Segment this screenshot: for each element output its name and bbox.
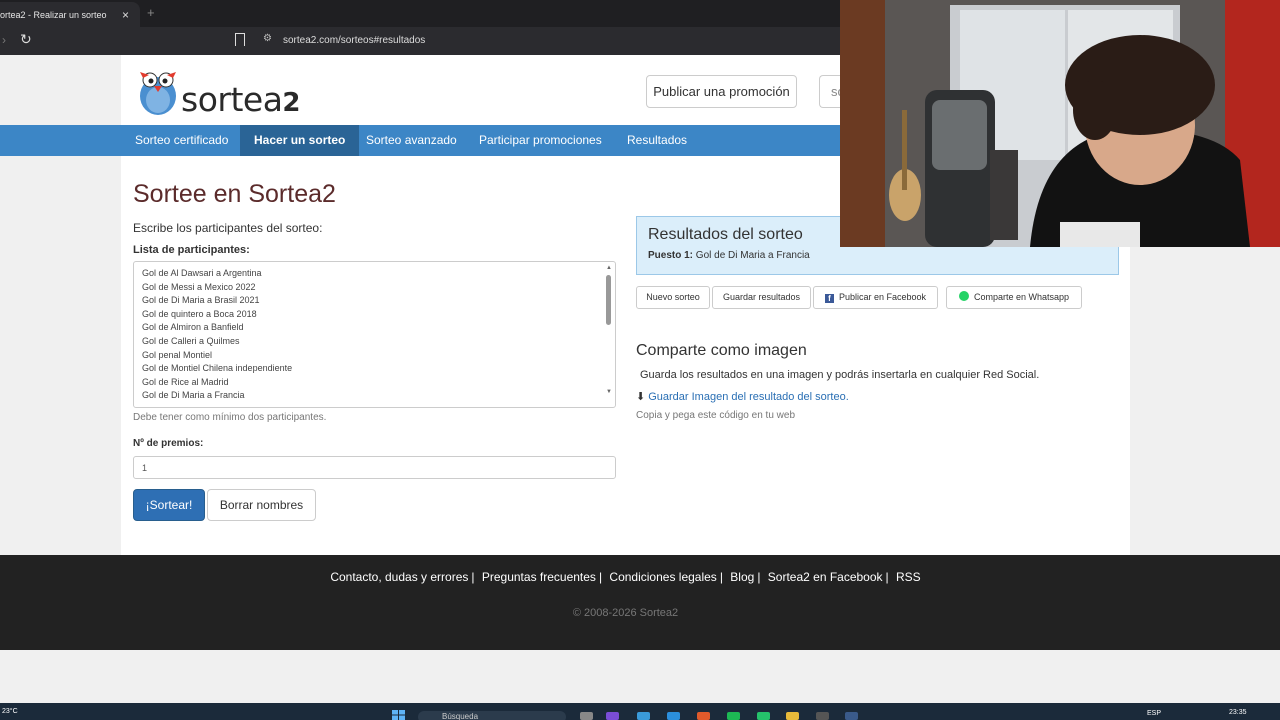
whatsapp-icon (958, 291, 969, 301)
site-logo[interactable]: sortea2 (135, 66, 305, 119)
footer-link-facebook[interactable]: Sortea2 en Facebook (768, 570, 883, 584)
bird-logo-icon (140, 72, 176, 115)
nav-item-participar-promociones[interactable]: Participar promociones (465, 125, 616, 156)
facebook-icon: f (824, 294, 834, 303)
participant-line: Gol de Rice al Madrid (142, 376, 229, 387)
download-image-link[interactable]: ⬇ Guardar Imagen del resultado del sorteo… (636, 390, 849, 403)
nav-item-resultados[interactable]: Resultados (613, 125, 701, 156)
results-title: Resultados del sorteo (648, 226, 803, 243)
webcam-scene (840, 0, 1280, 247)
webcam-overlay (840, 0, 1280, 247)
taskview-icon[interactable] (580, 712, 593, 720)
facebook-share-button[interactable]: f Publicar en Facebook (813, 286, 938, 309)
footer-link-contacto[interactable]: Contacto, dudas y errores (330, 570, 468, 584)
site-settings-icon[interactable]: ⚙ (263, 33, 272, 44)
participants-lines: Gol de Al Dawsari a Argentina Gol de Mes… (134, 268, 292, 404)
scroll-up-icon[interactable]: ▲ (606, 265, 612, 271)
participant-line: Gol de quintero a Boca 2018 (142, 308, 257, 319)
participants-list-label: Lista de participantes: (133, 244, 250, 256)
prizes-label: Nº de premios: (133, 438, 204, 449)
draw-button[interactable]: ¡Sortear! (133, 489, 205, 521)
os-taskbar: 23°C Búsqueda ESP 23:35 (0, 703, 1280, 720)
footer-link-faq[interactable]: Preguntas frecuentes (482, 570, 596, 584)
new-tab-icon[interactable]: + (147, 5, 155, 20)
footer-link-legal[interactable]: Condiciones legales (609, 570, 716, 584)
bookmark-icon[interactable] (235, 33, 245, 46)
app-icon[interactable] (816, 712, 829, 720)
app-icon[interactable] (667, 712, 680, 720)
download-icon: ⬇ (636, 391, 646, 403)
close-icon[interactable]: × (122, 8, 129, 22)
whatsapp-app-icon[interactable] (757, 712, 770, 720)
footer: Contacto, dudas y errores | Preguntas fre… (0, 555, 1280, 650)
footer-link-rss[interactable]: RSS (896, 570, 921, 584)
tab-title: orteа2 - Realizar un sorteo (0, 10, 107, 20)
app-icon[interactable] (606, 712, 619, 720)
spotify-icon[interactable] (727, 712, 740, 720)
nav-item-sorteo-certificado[interactable]: Sorteo certificado (121, 125, 242, 156)
browser-tab[interactable]: orteа2 - Realizar un sorteo × (0, 2, 140, 27)
folder-icon[interactable] (786, 712, 799, 720)
result-place-1: Puesto 1: Gol de Di Maria a Francia (648, 250, 810, 261)
save-results-button[interactable]: Guardar resultados (712, 286, 811, 309)
clock[interactable]: 23:35 (1229, 709, 1247, 716)
footer-link-blog[interactable]: Blog (730, 570, 754, 584)
participant-line: Gol penal Montiel (142, 349, 213, 360)
participant-line: Gol de Calleri a Quilmes (142, 335, 240, 346)
page-title: Sortee en Sortea2 (133, 180, 336, 208)
language-indicator[interactable]: ESP (1147, 710, 1161, 717)
participants-hint: Debe tener como mínimo dos participantes… (133, 412, 327, 423)
copyright: © 2008-2026 Sortea2 (572, 607, 679, 619)
taskbar-search[interactable]: Búsqueda (418, 711, 566, 720)
scroll-down-icon[interactable]: ▼ (606, 389, 612, 395)
whatsapp-share-button[interactable]: Comparte en Whatsapp (946, 286, 1082, 309)
address-bar[interactable]: sortea2.com/sorteos#resultados (283, 35, 425, 46)
participants-subtitle: Escribe los participantes del sorteo: (133, 221, 323, 235)
prizes-input[interactable]: 1 (133, 456, 616, 479)
scroll-thumb[interactable] (606, 275, 611, 325)
share-image-title: Comparte como imagen (636, 342, 807, 359)
participant-line: Gol de Messi a Mexico 2022 (142, 281, 256, 292)
clear-names-button[interactable]: Borrar nombres (207, 489, 316, 521)
publish-promotion-button[interactable]: Publicar una promoción (646, 75, 797, 108)
footer-links: Contacto, dudas y errores | Preguntas fre… (330, 570, 921, 584)
textarea-scrollbar[interactable]: ▲ ▼ (604, 263, 614, 404)
nav-item-hacer-un-sorteo[interactable]: Hacer un sorteo (240, 125, 360, 156)
participants-textarea[interactable]: Gol de Al Dawsari a Argentina Gol de Mes… (133, 261, 616, 408)
weather-widget[interactable]: 23°C (2, 708, 18, 715)
share-image-description: Guarda los resultados en una imagen y po… (640, 369, 1040, 381)
logo-wordmark: sortea2 (181, 80, 301, 119)
participant-line: Gol de Al Dawsari a Argentina (142, 268, 262, 278)
app-icon[interactable] (845, 712, 858, 720)
participant-line: Gol de Di Maria a Francia (142, 390, 245, 401)
participant-line: Gol de Di Maria a Brasil 2021 (142, 295, 260, 306)
participant-line: Gol de Almiron a Banfield (142, 322, 244, 333)
nav-item-sorteo-avanzado[interactable]: Sorteo avanzado (352, 125, 471, 156)
participant-line: Gol de Montiel Chilena independiente (142, 363, 293, 374)
new-draw-button[interactable]: Nuevo sorteo (636, 286, 710, 309)
app-icon[interactable] (637, 712, 650, 720)
copy-code-text: Copia y pega este código en tu web (636, 410, 795, 421)
forward-icon[interactable]: › (2, 33, 6, 47)
reload-icon[interactable]: ↻ (20, 31, 32, 48)
windows-start-icon[interactable] (392, 710, 405, 720)
browser-icon[interactable] (697, 712, 710, 720)
